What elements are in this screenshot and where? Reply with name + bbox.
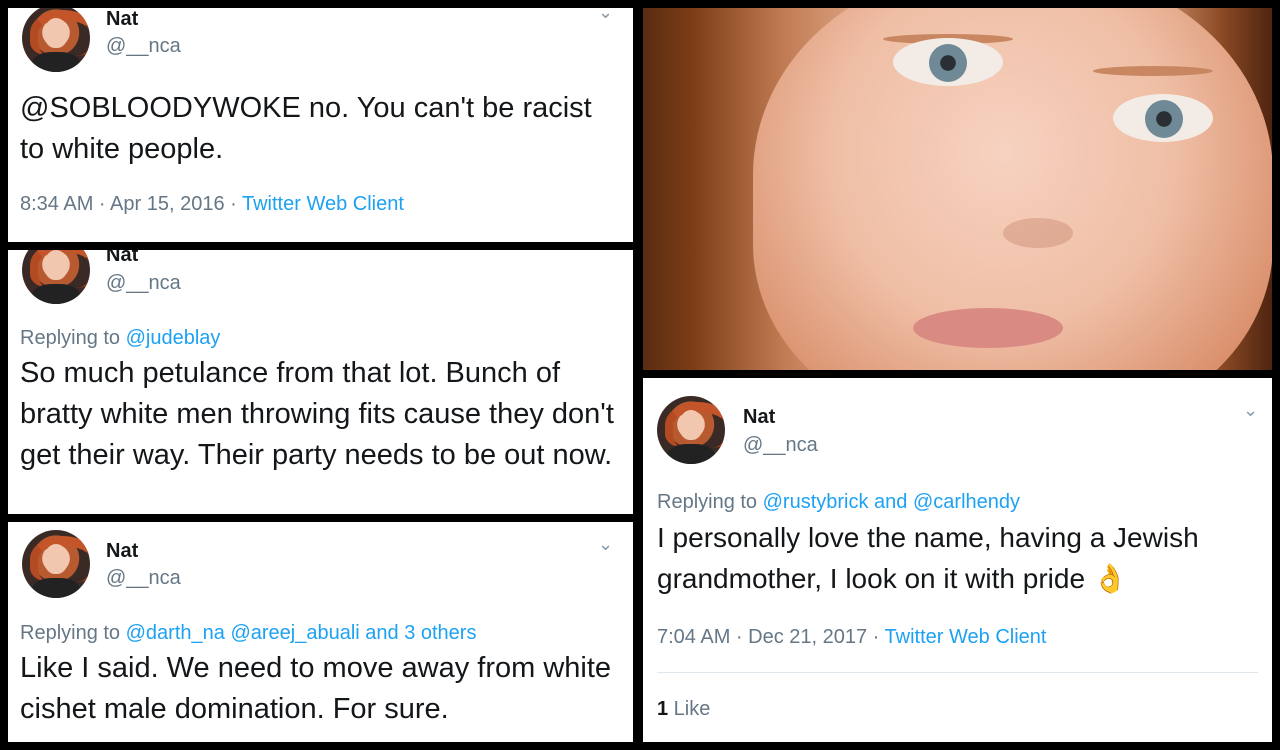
tweet-card-4: Nat @__nca ⌄ Replying to @rustybrick and…	[643, 378, 1272, 742]
display-name[interactable]: Nat	[106, 8, 138, 31]
avatar[interactable]	[657, 396, 725, 464]
tweet-client-link[interactable]: Twitter Web Client	[242, 193, 404, 215]
reply-prefix: Replying to	[20, 327, 126, 349]
user-handle[interactable]: @__nca	[106, 272, 181, 295]
like-number: 1	[657, 698, 669, 720]
reply-mention-link[interactable]: @judeblay	[126, 327, 221, 349]
display-name[interactable]: Nat	[106, 540, 138, 563]
tweet-card-1: Nat @__nca ⌄ @SOBLOODYWOKE no. You can't…	[8, 8, 633, 242]
display-name[interactable]: Nat	[743, 406, 775, 429]
user-handle[interactable]: @__nca	[106, 35, 181, 58]
chevron-down-icon[interactable]: ⌄	[1243, 400, 1258, 421]
user-handle[interactable]: @__nca	[106, 567, 181, 590]
tweet-client-link[interactable]: Twitter Web Client	[885, 626, 1047, 648]
user-handle[interactable]: @__nca	[743, 434, 818, 457]
reply-prefix: Replying to	[20, 622, 126, 644]
tweet-text: Like I said. We need to move away from w…	[20, 652, 612, 725]
tweet-timestamp[interactable]: 7:04 AM · Dec 21, 2017 ·	[657, 626, 885, 648]
avatar[interactable]	[22, 250, 90, 304]
tweet-meta: 7:04 AM · Dec 21, 2017 · Twitter Web Cli…	[657, 626, 1046, 649]
like-label: Like	[668, 698, 711, 720]
avatar[interactable]	[22, 530, 90, 598]
tweet-text: @SOBLOODYWOKE no. You can't be racist to…	[20, 92, 592, 165]
reply-prefix: Replying to	[657, 491, 763, 513]
divider	[657, 672, 1258, 673]
profile-photo	[643, 8, 1272, 370]
chevron-down-icon[interactable]: ⌄	[598, 534, 613, 555]
tweet-meta: 8:34 AM · Apr 15, 2016 · Twitter Web Cli…	[20, 193, 404, 216]
tweet-card-2: Nat @__nca Replying to @judeblay So much…	[8, 250, 633, 514]
tweet-text: So much petulance from that lot. Bunch o…	[20, 357, 614, 471]
display-name[interactable]: Nat	[106, 250, 138, 267]
like-count[interactable]: 1 Like	[657, 698, 710, 721]
tweet-card-3: Nat @__nca ⌄ Replying to @darth_na @aree…	[8, 522, 633, 742]
avatar[interactable]	[22, 8, 90, 72]
reply-mention-link[interactable]: @darth_na @areej_abuali and 3 others	[126, 622, 477, 644]
replying-to: Replying to @darth_na @areej_abuali and …	[20, 622, 476, 645]
chevron-down-icon[interactable]: ⌄	[598, 8, 613, 23]
tweet-text: I personally love the name, having a Jew…	[657, 522, 1199, 594]
replying-to: Replying to @rustybrick and @carlhendy	[657, 491, 1020, 514]
tweet-timestamp[interactable]: 8:34 AM · Apr 15, 2016 ·	[20, 193, 242, 215]
replying-to: Replying to @judeblay	[20, 327, 220, 350]
reply-mention-link[interactable]: @rustybrick and @carlhendy	[763, 491, 1020, 513]
